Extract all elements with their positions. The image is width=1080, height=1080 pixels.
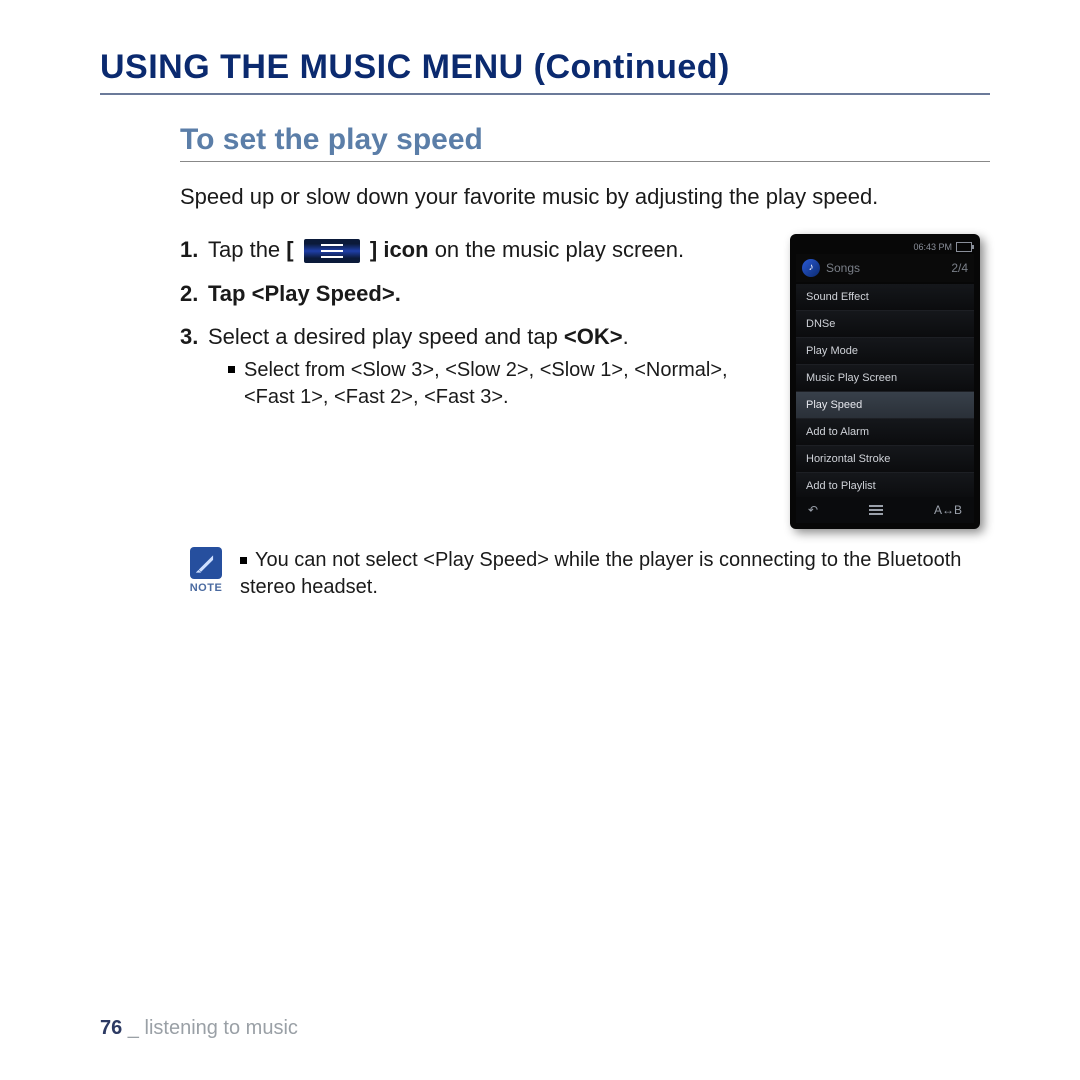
- device-menu-item: Play Mode: [796, 338, 974, 365]
- device-menu-item: Music Play Screen: [796, 365, 974, 392]
- page-title: USING THE MUSIC MENU (Continued): [100, 48, 990, 95]
- step-1-bracket-open: [: [286, 237, 293, 262]
- step-3: 3. Select a desired play speed and tap <…: [180, 321, 770, 411]
- music-icon: ♪: [802, 259, 820, 277]
- step-3-sub: Select from <Slow 3>, <Slow 2>, <Slow 1>…: [228, 357, 770, 411]
- device-menu-item: Horizontal Stroke: [796, 446, 974, 473]
- ab-repeat-label: A↔B: [934, 503, 962, 517]
- step-1-icon-word: icon: [383, 237, 428, 262]
- device-time: 06:43 PM: [913, 242, 952, 252]
- step-1: 1. Tap the [ ] icon on the music play sc…: [180, 234, 770, 266]
- step-2-target: <Play Speed>: [252, 281, 395, 306]
- device-count: 2/4: [951, 261, 968, 275]
- note-icon: [190, 547, 222, 579]
- note-text: You can not select <Play Speed> while th…: [240, 547, 990, 601]
- page-number: 76: [100, 1017, 122, 1039]
- intro-text: Speed up or slow down your favorite musi…: [180, 182, 990, 212]
- menu-lines-icon: [869, 503, 883, 517]
- footer-section: listening to music: [145, 1017, 298, 1039]
- step-1-text-a: Tap the: [208, 237, 280, 262]
- step-1-bracket-close: ]: [370, 237, 377, 262]
- note-label: NOTE: [180, 582, 232, 594]
- step-3-text-a: Select a desired play speed and tap: [208, 324, 564, 349]
- step-2-dot: .: [395, 281, 401, 306]
- device-menu-item: Sound Effect: [796, 284, 974, 311]
- step-2: 2. Tap <Play Speed>.: [180, 278, 770, 310]
- device-title: Songs: [826, 261, 860, 275]
- back-icon: ↶: [808, 503, 818, 517]
- device-menu-item-selected: Play Speed: [796, 392, 974, 419]
- step-1-text-b: on the music play screen.: [435, 237, 684, 262]
- step-3-ok: <OK>: [564, 324, 623, 349]
- device-menu-item: Add to Alarm: [796, 419, 974, 446]
- step-2-text-a: Tap: [208, 281, 252, 306]
- step-3-dot: .: [623, 324, 629, 349]
- page-footer: 76 _ listening to music: [100, 1017, 298, 1040]
- menu-button-icon: [304, 239, 360, 263]
- device-menu-item: DNSe: [796, 311, 974, 338]
- section-title: To set the play speed: [180, 123, 990, 162]
- device-screenshot: 06:43 PM ♪ Songs 2/4 Sound Effect DNSe P…: [790, 234, 980, 529]
- battery-icon: [956, 242, 972, 252]
- device-menu-item: Add to Playlist: [796, 473, 974, 500]
- bullet-icon: [240, 557, 247, 564]
